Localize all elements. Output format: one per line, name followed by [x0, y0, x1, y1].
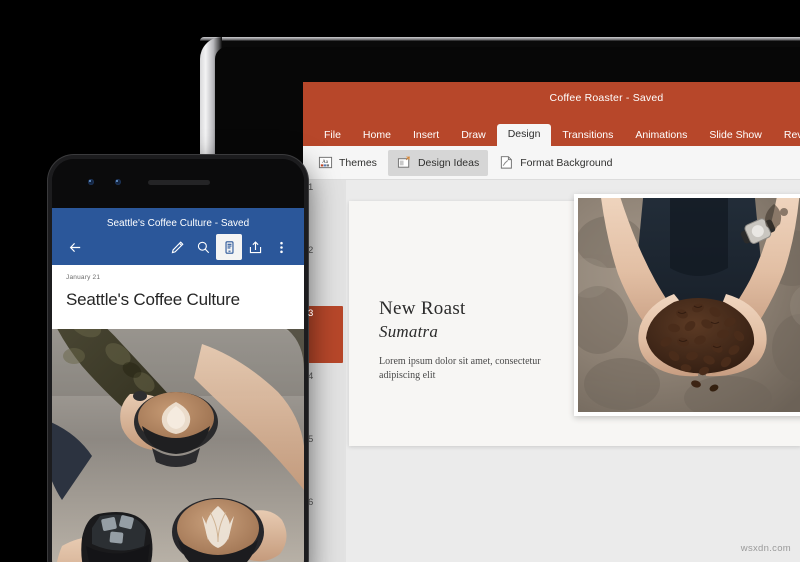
current-slide[interactable]: New Roast Sumatra Lorem ipsum dolor sit …: [349, 194, 800, 446]
front-camera-secondary-icon: [115, 179, 121, 185]
slide-text-block: New Roast Sumatra Lorem ipsum dolor sit …: [379, 298, 554, 384]
tab-insert[interactable]: Insert: [402, 126, 450, 147]
slide-thumbnail-3[interactable]: 3: [303, 306, 346, 369]
word-action-bar: [52, 233, 304, 261]
slide-body-text: Lorem ipsum dolor sit amet, consectetur …: [379, 355, 541, 382]
phone-screen-frame: Seattle's Coffee Culture - Saved January…: [52, 159, 304, 562]
pencil-edit-icon[interactable]: [164, 234, 190, 260]
slide-thumbnail-2[interactable]: 2: [303, 243, 346, 306]
screenshot-stage: Coffee Roaster - Saved File Home Insert …: [0, 0, 800, 562]
slide-heading: New Roast: [379, 298, 466, 319]
word-document-title: Seattle's Coffee Culture - Saved: [106, 218, 250, 229]
front-camera-icon: [88, 179, 94, 185]
slide-thumbnail-6[interactable]: 6: [303, 495, 346, 558]
phone-device: Seattle's Coffee Culture - Saved January…: [48, 155, 308, 562]
more-options-icon[interactable]: [268, 234, 294, 260]
tab-review[interactable]: Review: [773, 126, 800, 147]
powerpoint-window: Coffee Roaster - Saved File Home Insert …: [303, 82, 800, 562]
design-ideas-icon: [397, 155, 412, 170]
word-app-header: Seattle's Coffee Culture - Saved: [52, 208, 304, 265]
slide-number: 4: [308, 371, 314, 382]
powerpoint-title-bar: Coffee Roaster - Saved: [303, 82, 800, 120]
design-ideas-button[interactable]: Design Ideas: [387, 149, 489, 176]
powerpoint-ribbon-tabs: File Home Insert Draw Design Transitions…: [303, 120, 800, 146]
powerpoint-document-title: Coffee Roaster - Saved: [549, 92, 664, 104]
document-date: January 21: [66, 274, 101, 281]
document-heading: Seattle's Coffee Culture: [66, 290, 240, 309]
slide-thumbnail-5[interactable]: 5: [303, 432, 346, 495]
tab-animations[interactable]: Animations: [624, 126, 698, 147]
mobile-view-icon[interactable]: [216, 234, 242, 260]
laptop-top-edge: [200, 37, 800, 41]
themes-button[interactable]: Aa Themes: [309, 150, 386, 176]
tab-transitions[interactable]: Transitions: [551, 126, 624, 147]
slide-thumbnail-pane[interactable]: 1 2 3 4 5 6: [303, 180, 346, 562]
slide-number: 3: [308, 308, 314, 319]
phone-display: Seattle's Coffee Culture - Saved January…: [52, 208, 304, 562]
tab-file[interactable]: File: [313, 126, 352, 147]
slide-number: 5: [308, 434, 314, 445]
themes-label: Themes: [339, 156, 377, 169]
powerpoint-workspace: 1 2 3 4 5 6 New Roast Sumatra Lorem ipsu…: [303, 180, 800, 562]
tab-design[interactable]: Design: [496, 123, 552, 146]
word-document-body[interactable]: January 21 Seattle's Coffee Culture: [52, 265, 304, 329]
format-background-label: Format Background: [520, 156, 613, 169]
svg-text:Aa: Aa: [322, 159, 329, 165]
slide-number: 6: [308, 497, 314, 508]
slide-thumbnail-1[interactable]: 1: [303, 180, 346, 243]
phone-front-sensors: [52, 159, 304, 208]
back-arrow-icon[interactable]: [62, 234, 88, 260]
design-ideas-label: Design Ideas: [417, 156, 480, 169]
format-background-button[interactable]: Format Background: [490, 150, 621, 176]
powerpoint-ribbon-toolbar: Aa Themes Design Ideas Format Background: [303, 146, 800, 180]
slide-thumbnail-4[interactable]: 4: [303, 369, 346, 432]
slide-canvas-area: New Roast Sumatra Lorem ipsum dolor sit …: [346, 180, 800, 562]
document-photo-latte-cups[interactable]: [52, 329, 304, 562]
format-background-icon: [499, 155, 514, 170]
search-icon[interactable]: [190, 234, 216, 260]
tab-home[interactable]: Home: [352, 126, 402, 147]
slide-number: 2: [308, 245, 314, 256]
share-icon[interactable]: [242, 234, 268, 260]
slide-photo-coffee-beans[interactable]: [574, 194, 800, 416]
slide-subheading: Sumatra: [379, 321, 439, 341]
tab-draw[interactable]: Draw: [450, 126, 497, 147]
themes-icon: Aa: [318, 155, 333, 170]
tab-slide-show[interactable]: Slide Show: [698, 126, 773, 147]
slide-number: 1: [308, 182, 314, 193]
watermark-text: wsxdn.com: [740, 543, 791, 554]
earpiece-speaker: [148, 180, 210, 185]
